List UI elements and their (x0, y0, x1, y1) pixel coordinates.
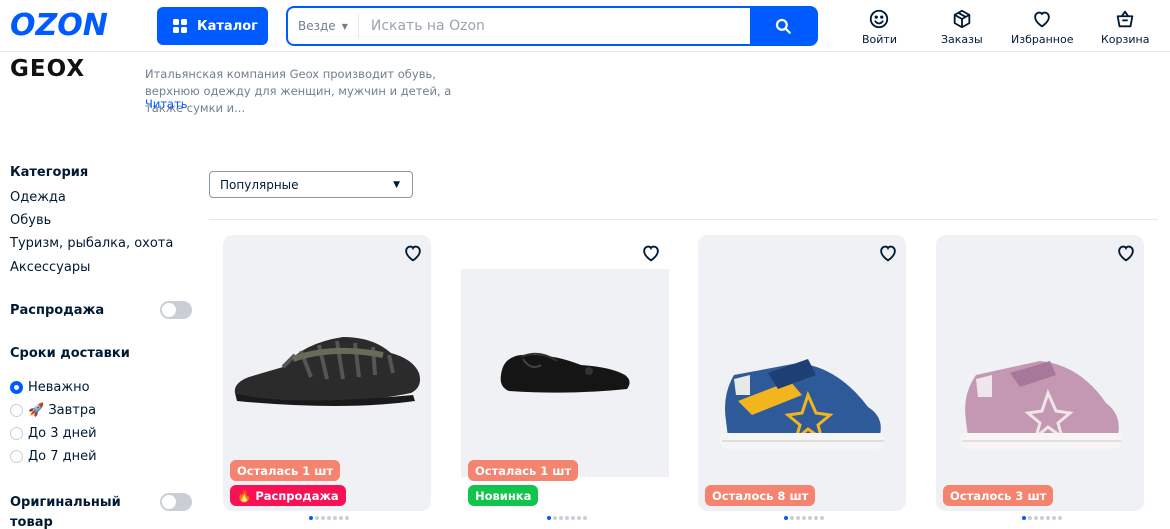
orders-button[interactable]: Заказы (941, 8, 983, 46)
catalog-button[interactable]: Каталог (157, 7, 268, 45)
grid-icon (173, 19, 187, 33)
cart-icon (1116, 10, 1134, 28)
search-icon (775, 18, 791, 34)
delivery-option[interactable]: 🚀 Завтра (10, 403, 96, 418)
product-card[interactable]: Осталась 1 шт 🔥 Распродажа (223, 235, 431, 511)
original-filter-label-2: товар (10, 515, 53, 529)
ozon-logo[interactable]: OZON (10, 8, 108, 43)
product-image-black-sandal (234, 337, 420, 406)
brand-logo: GEOX (10, 56, 86, 82)
image-pager-dots[interactable] (547, 516, 587, 520)
product-card[interactable]: Осталась 1 шт Новинка (461, 235, 669, 511)
image-pager-dots[interactable] (784, 516, 824, 520)
search-scope-label: Везде (298, 19, 336, 33)
delivery-option-label: До 7 дней (28, 449, 97, 464)
product-image-pink-sneaker (959, 361, 1123, 449)
product-image-black-flat-shoe (500, 352, 630, 393)
category-link[interactable]: Туризм, рыбалка, охота (10, 236, 173, 251)
stock-badge: Осталось 8 шт (705, 485, 816, 506)
original-filter-label: Оригинальный (10, 495, 121, 510)
login-label: Войти (862, 33, 897, 46)
smile-icon (870, 9, 889, 29)
favorites-button[interactable]: Избранное (1011, 8, 1073, 46)
delivery-option-label: До 3 дней (28, 426, 97, 441)
radio-unchecked (10, 427, 23, 440)
search-scope-select[interactable]: Везде ▼ (288, 14, 359, 38)
divider (209, 219, 1158, 220)
heart-icon[interactable] (640, 242, 662, 264)
search-input[interactable] (358, 9, 750, 43)
category-link[interactable]: Обувь (10, 213, 51, 228)
caret-down-icon: ▼ (393, 179, 400, 190)
login-button[interactable]: Войти (862, 8, 897, 46)
read-more-link[interactable]: Читать (145, 97, 188, 111)
stock-badge: Осталось 3 шт (943, 485, 1054, 506)
card-image-top (461, 235, 669, 269)
delivery-title: Сроки доставки (10, 346, 130, 361)
product-card[interactable]: Осталось 8 шт (698, 235, 906, 511)
new-badge: Новинка (468, 485, 539, 506)
delivery-option[interactable]: До 7 дней (10, 449, 97, 464)
heart-icon[interactable] (1115, 242, 1137, 264)
sort-selected: Популярные (220, 177, 299, 192)
delivery-option[interactable]: Неважно (10, 380, 90, 395)
radio-checked (10, 381, 23, 394)
heart-icon (1034, 11, 1051, 28)
sale-filter-label: Распродажа (10, 303, 105, 318)
heart-icon[interactable] (402, 242, 424, 264)
sale-toggle[interactable] (160, 301, 192, 319)
image-pager-dots[interactable] (309, 516, 349, 520)
sale-badge: 🔥 Распродажа (230, 485, 346, 506)
search-bar: Везде ▼ (286, 6, 818, 46)
catalog-button-label: Каталог (197, 18, 258, 34)
brand-description: Итальянская компания Geox производит обу… (145, 67, 452, 115)
radio-unchecked (10, 404, 23, 417)
category-link[interactable]: Одежда (10, 190, 66, 205)
sort-select[interactable]: Популярные ▼ (209, 171, 413, 198)
cart-button[interactable]: Корзина (1101, 8, 1149, 46)
orders-label: Заказы (941, 33, 983, 46)
favorites-label: Избранное (1011, 33, 1074, 46)
delivery-option-label: 🚀 Завтра (28, 403, 97, 418)
radio-unchecked (10, 450, 23, 463)
box-icon (953, 9, 971, 29)
stock-badge: Осталась 1 шт (230, 460, 341, 481)
category-title: Категория (10, 165, 89, 180)
delivery-option[interactable]: До 3 дней (10, 426, 97, 441)
stock-badge: Осталась 1 шт (468, 460, 579, 481)
heart-icon[interactable] (877, 242, 899, 264)
product-card[interactable]: Осталось 3 шт (936, 235, 1144, 511)
search-button[interactable] (750, 8, 816, 44)
product-image-blue-yellow-sneaker (719, 359, 885, 449)
cart-label: Корзина (1101, 33, 1150, 46)
image-pager-dots[interactable] (1022, 516, 1062, 520)
caret-down-icon: ▼ (341, 21, 348, 31)
delivery-option-label: Неважно (28, 380, 90, 395)
category-link[interactable]: Аксессуары (10, 260, 90, 275)
original-toggle[interactable] (160, 493, 192, 511)
site-header: OZON Каталог Везде ▼ Войти Заказы Избран… (0, 0, 1170, 52)
